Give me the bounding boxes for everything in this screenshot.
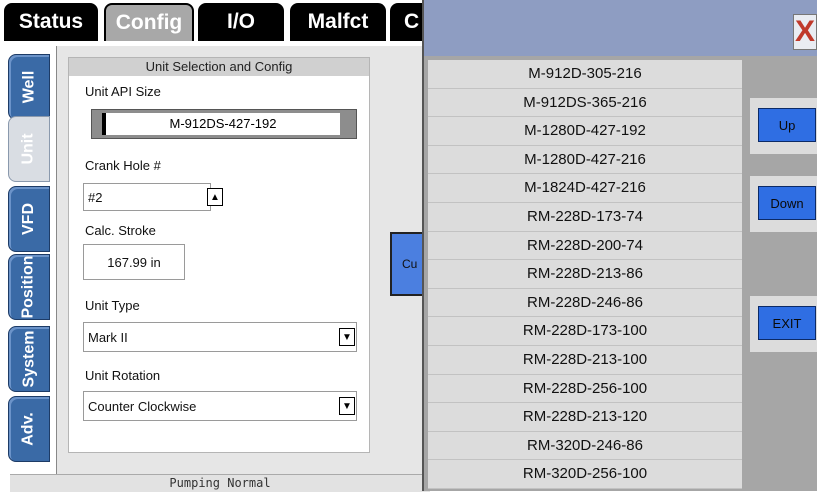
calc-stroke-value: 167.99 in — [107, 254, 161, 270]
unit-api-size-label: Unit API Size — [85, 84, 161, 99]
unit-type-select[interactable]: Mark II — [83, 322, 357, 352]
unit-api-size-selector[interactable]: M-912DS-427-192 — [91, 109, 357, 139]
up-button[interactable]: Up — [758, 108, 816, 142]
side-tab-position[interactable]: Position — [8, 254, 50, 320]
list-item[interactable]: M-1280D-427-216 — [428, 145, 742, 175]
list-item[interactable]: M-1280D-427-192 — [428, 117, 742, 146]
down-button-frame: Down — [750, 176, 817, 232]
crank-hole-value: #2 — [88, 189, 103, 205]
calc-stroke-field: 167.99 in — [83, 244, 185, 280]
tab-config[interactable]: Config — [104, 3, 194, 41]
list-item[interactable]: RM-320D-256-100 — [428, 460, 742, 489]
unit-size-list: M-912D-305-216 M-912DS-365-216 M-1280D-4… — [428, 60, 742, 489]
crank-hole-field[interactable]: #2 — [83, 183, 211, 211]
list-item[interactable]: RM-228D-213-120 — [428, 403, 742, 432]
unit-type-label: Unit Type — [85, 298, 140, 313]
list-item[interactable]: M-912DS-365-216 — [428, 88, 742, 118]
up-button-frame: Up — [750, 98, 817, 154]
crank-hole-label: Crank Hole # — [85, 158, 161, 173]
side-tab-adv[interactable]: Adv. — [8, 396, 50, 462]
tab-malfct[interactable]: Malfct — [290, 3, 386, 41]
list-item[interactable]: RM-228D-173-100 — [428, 317, 742, 346]
tab-status[interactable]: Status — [4, 3, 98, 41]
side-tab-well[interactable]: Well — [8, 54, 50, 120]
list-item[interactable]: RM-228D-246-86 — [428, 288, 742, 318]
popup-header — [424, 0, 817, 56]
list-item[interactable]: M-1824D-427-216 — [428, 174, 742, 203]
list-item[interactable]: RM-228D-213-100 — [428, 345, 742, 375]
side-tab-vfd[interactable]: VFD — [8, 186, 50, 252]
side-tab-system[interactable]: System — [8, 326, 50, 392]
list-item[interactable]: RM-228D-200-74 — [428, 231, 742, 261]
list-item[interactable]: RM-228D-256-100 — [428, 374, 742, 404]
unit-rotation-value: Counter Clockwise — [88, 398, 197, 414]
list-item[interactable]: RM-320D-246-86 — [428, 431, 742, 461]
down-button[interactable]: Down — [758, 186, 816, 220]
close-icon[interactable]: X — [793, 14, 817, 50]
exit-button-frame: EXIT — [750, 296, 817, 352]
unit-size-popup: X M-912D-305-216 M-912DS-365-216 M-1280D… — [422, 0, 817, 491]
unit-type-value: Mark II — [88, 329, 128, 345]
list-item[interactable]: RM-228D-173-74 — [428, 202, 742, 232]
exit-button[interactable]: EXIT — [758, 306, 816, 340]
unit-rotation-label: Unit Rotation — [85, 368, 161, 383]
panel-title: Unit Selection and Config — [69, 58, 369, 76]
status-bar: Pumping Normal — [10, 474, 430, 492]
side-tab-bar: Well Unit VFD Position System Adv. — [0, 46, 56, 491]
calc-stroke-label: Calc. Stroke — [85, 223, 156, 238]
list-item[interactable]: RM-228D-213-86 — [428, 260, 742, 289]
unit-rotation-select[interactable]: Counter Clockwise — [83, 391, 357, 421]
unit-rotation-dropdown-icon[interactable]: ▼ — [339, 397, 355, 415]
side-tab-unit[interactable]: Unit — [8, 116, 50, 182]
crank-hole-spinner-icon[interactable]: ▲ — [207, 188, 223, 206]
tab-io[interactable]: I/O — [198, 3, 284, 41]
unit-config-panel: Unit Selection and Config Unit API Size … — [68, 57, 370, 453]
unit-api-size-value: M-912DS-427-192 — [102, 113, 340, 135]
unit-type-dropdown-icon[interactable]: ▼ — [339, 328, 355, 346]
list-item[interactable]: M-912D-305-216 — [428, 60, 742, 89]
